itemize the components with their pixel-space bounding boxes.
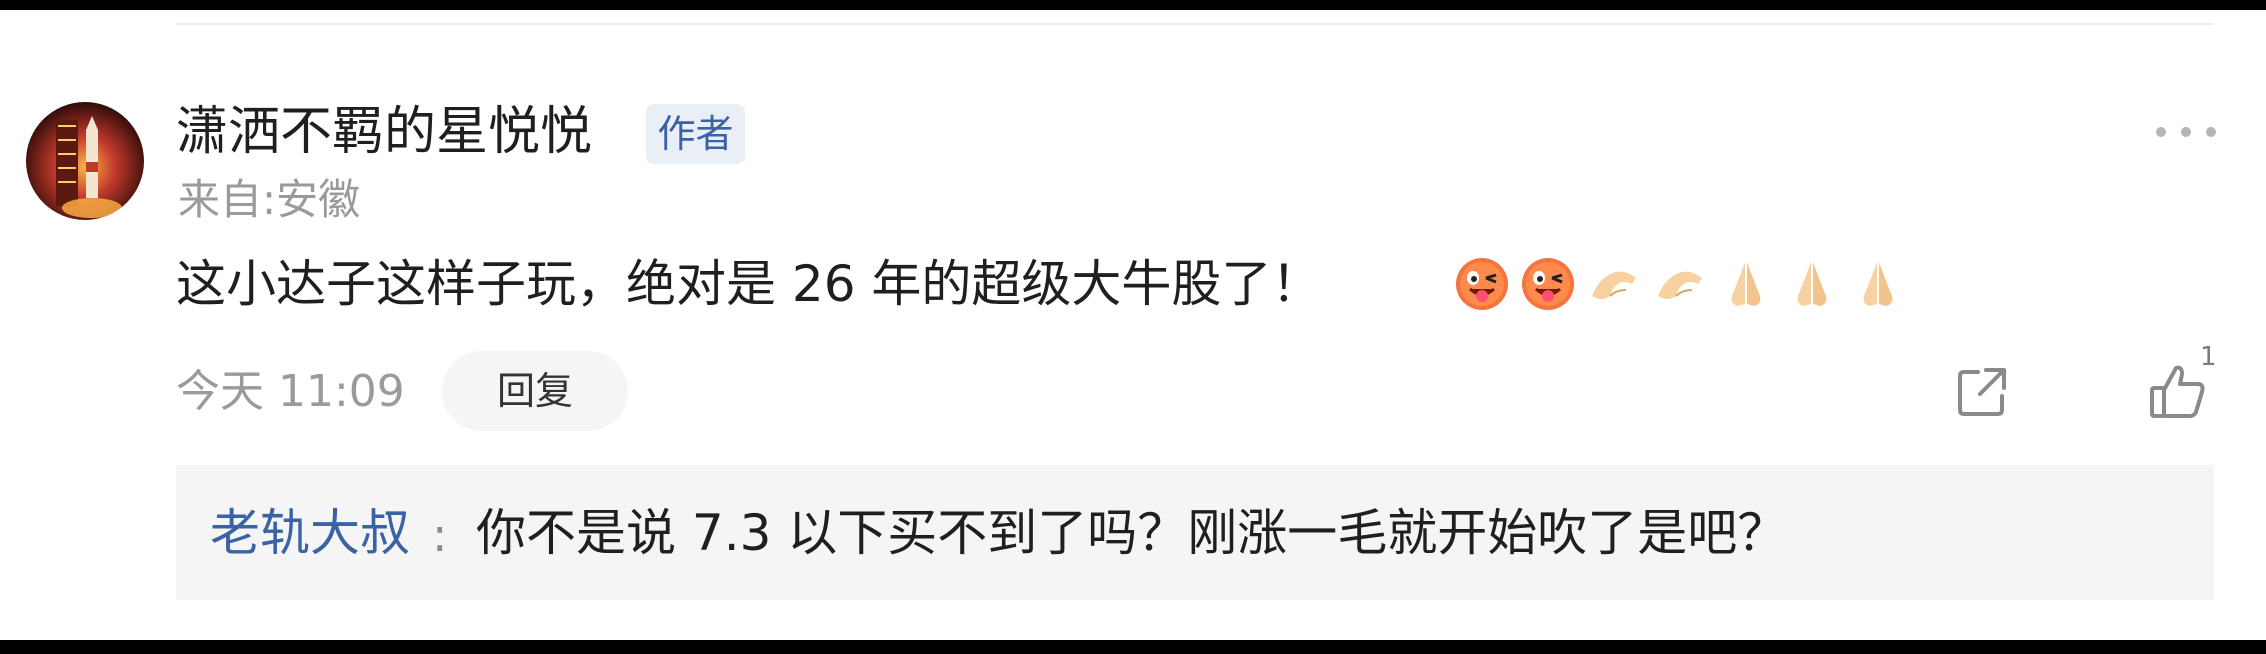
author-badge: 作者 — [646, 104, 745, 164]
sub-reply[interactable]: 老轨大叔 : 你不是说 7.3 以下买不到了吗？刚涨一毛就开始吹了是吧？ — [176, 465, 2214, 600]
rocket-tower-image — [56, 116, 122, 218]
avatar[interactable] — [26, 102, 144, 220]
winking-tongue-face-emoji — [1456, 258, 1508, 310]
divider — [176, 23, 2214, 25]
emoji-row — [1454, 254, 1906, 314]
winking-tongue-face-emoji — [1522, 258, 1574, 310]
username[interactable]: 潇洒不羁的星悦悦 — [176, 98, 592, 166]
share-icon[interactable] — [1954, 364, 2010, 420]
praying-hands-emoji — [1863, 262, 1893, 306]
sub-reply-separator: : — [432, 508, 448, 562]
sub-reply-author[interactable]: 老轨大叔 — [210, 501, 410, 565]
pinching-hand-emoji — [1658, 271, 1702, 299]
comment-text: 这小达子这样子玩，绝对是 26 年的超级大牛股了！ — [176, 255, 1322, 313]
thumbs-up-icon[interactable] — [2146, 360, 2208, 422]
pinching-hand-emoji — [1592, 271, 1636, 299]
sub-reply-text: 你不是说 7.3 以下买不到了吗？刚涨一毛就开始吹了是吧？ — [476, 504, 1788, 562]
praying-hands-emoji — [1797, 262, 1827, 306]
more-options-icon[interactable] — [2156, 114, 2216, 150]
reply-button[interactable]: 回复 — [442, 351, 628, 431]
comment-card: 潇洒不羁的星悦悦 作者 来自:安徽 这小达子这样子玩，绝对是 26 年的超级大牛… — [0, 10, 2266, 640]
location-label: 来自:安徽 — [178, 175, 361, 224]
comment-timestamp: 今天 11:09 — [176, 366, 405, 417]
like-count: 1 — [2200, 342, 2217, 372]
praying-hands-emoji — [1731, 262, 1761, 306]
